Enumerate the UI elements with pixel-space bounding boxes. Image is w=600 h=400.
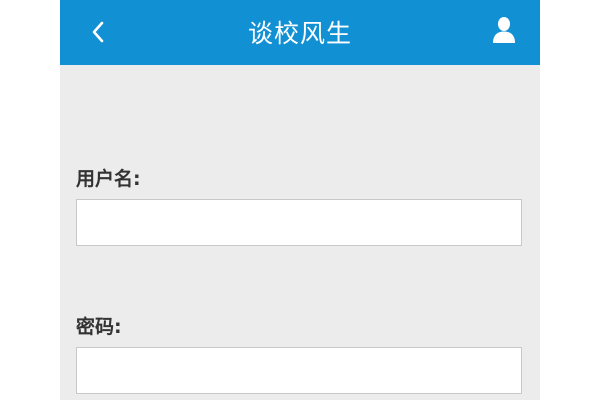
username-label: 用户名:	[76, 168, 141, 190]
header-bar: 谈校风生	[60, 0, 540, 65]
password-label: 密码:	[76, 316, 122, 338]
user-icon	[493, 17, 515, 43]
user-profile-button[interactable]	[490, 14, 518, 46]
chevron-left-icon	[92, 21, 104, 43]
back-button[interactable]	[80, 12, 116, 52]
username-input[interactable]	[76, 199, 522, 246]
app-screen: 谈校风生 用户名: 密码:	[60, 0, 540, 400]
password-input[interactable]	[76, 347, 522, 394]
page-title: 谈校风生	[247, 19, 352, 48]
